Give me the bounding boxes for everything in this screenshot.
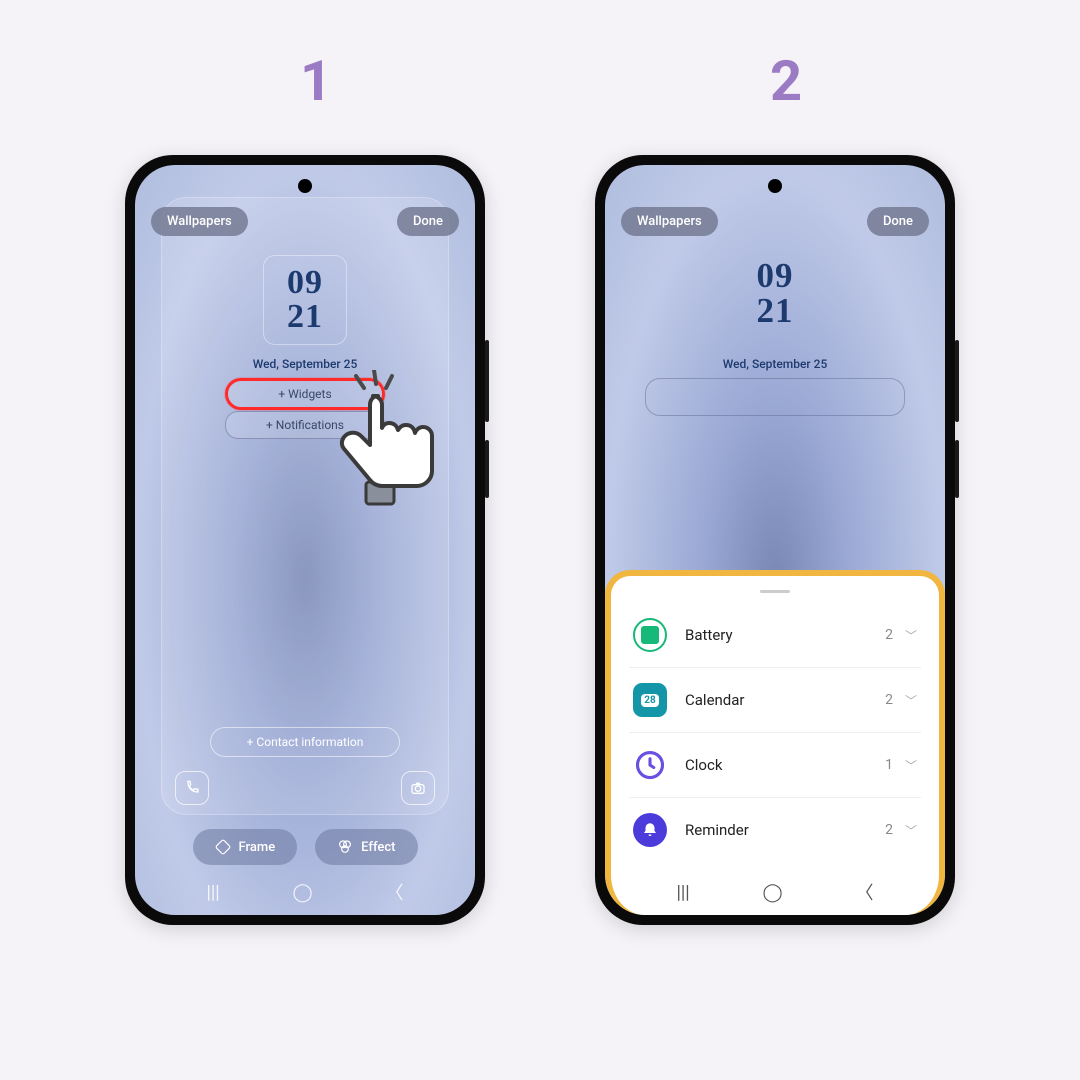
wallpapers-button[interactable]: Wallpapers bbox=[151, 207, 248, 236]
done-button[interactable]: Done bbox=[867, 207, 929, 236]
widget-label: Clock bbox=[685, 756, 885, 774]
nav-back-icon[interactable]: 〈 bbox=[386, 879, 404, 905]
camera-notch bbox=[768, 179, 782, 193]
camera-notch bbox=[298, 179, 312, 193]
phone-shortcut[interactable] bbox=[175, 771, 209, 805]
widget-count: 1 bbox=[885, 757, 893, 773]
clock-widget[interactable]: 09 21 bbox=[605, 258, 945, 328]
nav-back-icon[interactable]: 〈 bbox=[856, 879, 874, 905]
widget-label: Calendar bbox=[685, 691, 885, 709]
step-number-2: 2 bbox=[770, 48, 802, 114]
chevron-down-icon: ﹀ bbox=[905, 757, 917, 774]
frame-button[interactable]: Frame bbox=[193, 829, 298, 865]
editor-top-bar: Wallpapers Done bbox=[621, 207, 929, 236]
phone-icon bbox=[184, 780, 200, 796]
editor-bottom-options: Frame Effect bbox=[135, 829, 475, 865]
widget-item-battery[interactable]: Battery 2 ﹀ bbox=[629, 603, 921, 668]
widget-drop-area[interactable] bbox=[645, 378, 905, 416]
clock-minute: 21 bbox=[264, 300, 346, 334]
widget-picker-sheet[interactable]: Battery 2 ﹀ 28 Calendar 2 ﹀ Clock 1 ﹀ bbox=[605, 570, 945, 915]
add-notifications-button[interactable]: + Notifications bbox=[225, 411, 385, 439]
nav-home-icon[interactable]: ◯ bbox=[293, 882, 313, 903]
widget-item-calendar[interactable]: 28 Calendar 2 ﹀ bbox=[629, 668, 921, 733]
phone-screen-1: Wallpapers Done 09 21 Wed, September 25 … bbox=[135, 165, 475, 915]
android-nav-bar: ||| ◯ 〈 bbox=[605, 879, 945, 905]
date-label: Wed, September 25 bbox=[605, 357, 945, 371]
camera-icon bbox=[410, 780, 426, 796]
widget-label: Reminder bbox=[685, 821, 885, 839]
clock-widget[interactable]: 09 21 bbox=[263, 255, 347, 345]
calendar-day-number: 28 bbox=[641, 694, 658, 707]
clock-hour: 09 bbox=[605, 258, 945, 293]
add-widgets-button[interactable]: + Widgets bbox=[225, 378, 385, 410]
clock-icon bbox=[633, 748, 667, 782]
done-button[interactable]: Done bbox=[397, 207, 459, 236]
chevron-down-icon: ﹀ bbox=[905, 627, 917, 644]
android-nav-bar: ||| ◯ 〈 bbox=[135, 879, 475, 905]
calendar-icon: 28 bbox=[633, 683, 667, 717]
frame-label: Frame bbox=[239, 840, 276, 855]
editor-top-bar: Wallpapers Done bbox=[151, 207, 459, 236]
nav-recents-icon[interactable]: ||| bbox=[676, 882, 689, 903]
clock-minute: 21 bbox=[605, 293, 945, 328]
widget-count: 2 bbox=[885, 692, 893, 708]
widget-item-clock[interactable]: Clock 1 ﹀ bbox=[629, 733, 921, 798]
camera-shortcut[interactable] bbox=[401, 771, 435, 805]
clock-hour: 09 bbox=[264, 266, 346, 300]
widget-label: Battery bbox=[685, 626, 885, 644]
reminder-icon bbox=[633, 813, 667, 847]
effect-icon bbox=[337, 839, 353, 855]
step-number-1: 1 bbox=[300, 48, 332, 114]
wallpapers-button[interactable]: Wallpapers bbox=[621, 207, 718, 236]
effect-label: Effect bbox=[361, 840, 395, 855]
sheet-drag-handle[interactable] bbox=[760, 590, 790, 593]
widget-count: 2 bbox=[885, 822, 893, 838]
nav-recents-icon[interactable]: ||| bbox=[206, 882, 219, 903]
chevron-down-icon: ﹀ bbox=[905, 822, 917, 839]
phone-mockup-2: Wallpapers Done 09 21 Wed, September 25 … bbox=[595, 155, 955, 925]
effect-button[interactable]: Effect bbox=[315, 829, 417, 865]
chevron-down-icon: ﹀ bbox=[905, 692, 917, 709]
frame-icon bbox=[215, 839, 231, 855]
nav-home-icon[interactable]: ◯ bbox=[763, 882, 783, 903]
date-label: Wed, September 25 bbox=[135, 357, 475, 371]
battery-icon bbox=[633, 618, 667, 652]
widget-item-reminder[interactable]: Reminder 2 ﹀ bbox=[629, 798, 921, 862]
widget-count: 2 bbox=[885, 627, 893, 643]
phone-screen-2: Wallpapers Done 09 21 Wed, September 25 … bbox=[605, 165, 945, 915]
phone-mockup-1: Wallpapers Done 09 21 Wed, September 25 … bbox=[125, 155, 485, 925]
add-contact-info-button[interactable]: + Contact information bbox=[210, 727, 400, 757]
